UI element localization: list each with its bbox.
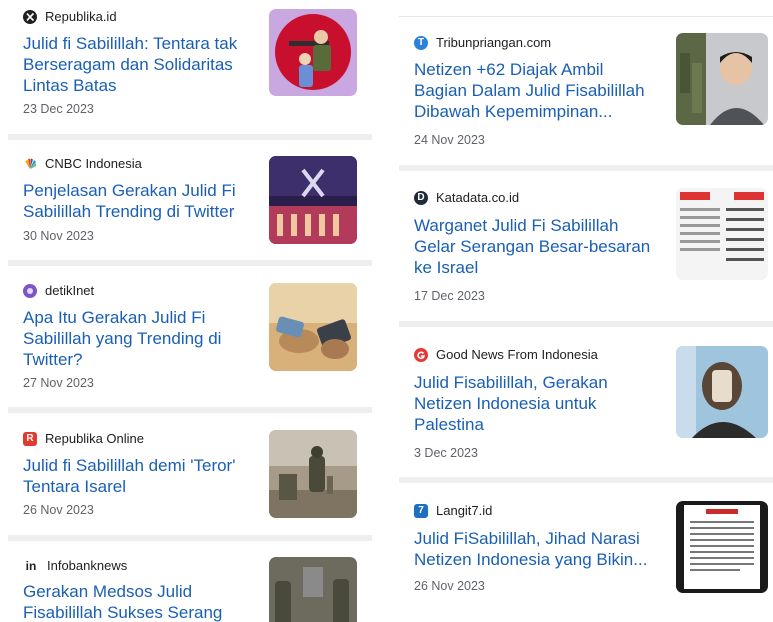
- headline-line: Julid Fisabilillah, Gerakan: [414, 373, 608, 392]
- publish-date: 27 Nov 2023: [23, 376, 94, 390]
- publish-date: 30 Nov 2023: [23, 229, 94, 243]
- headline-link[interactable]: Julid FiSabilillah, Jihad Narasi Netizen…: [414, 528, 664, 570]
- langit7-icon: 7: [414, 503, 428, 518]
- source-row: 7 Langit7.id: [414, 503, 492, 518]
- katadata-icon: D: [414, 190, 428, 205]
- headline-line: Palestina: [414, 415, 484, 434]
- thumbnail-document[interactable]: [676, 501, 768, 593]
- headline-line: Twitter?: [23, 350, 83, 369]
- source-row: in Infobanknews: [23, 558, 128, 573]
- news-card[interactable]: in Infobanknews Gerakan Medsos Julid Fis…: [8, 541, 372, 622]
- headline-link[interactable]: Julid Fisabilillah, Gerakan Netizen Indo…: [414, 372, 664, 435]
- headline-link[interactable]: Penjelasan Gerakan Julid Fi Sabilillah T…: [23, 180, 268, 222]
- republika-icon: [23, 9, 37, 24]
- thumbnail-phone-hands[interactable]: [269, 283, 357, 371]
- headline-line: Netizen Indonesia untuk: [414, 394, 597, 413]
- source-row: T Tribunpriangan.com: [414, 35, 551, 50]
- headline-line: Gelar Serangan Besar-besaran: [414, 237, 651, 256]
- headline-line: Sabilillah Trending di Twitter: [23, 202, 235, 221]
- publish-date: 26 Nov 2023: [414, 579, 485, 593]
- source-row: CNBC Indonesia: [23, 156, 142, 171]
- source-name: CNBC Indonesia: [45, 156, 142, 171]
- thumbnail-x-logo-building[interactable]: [269, 156, 357, 244]
- source-name: Infobanknews: [47, 558, 128, 573]
- headline-link[interactable]: Julid fi Sabilillah demi 'Teror' Tentara…: [23, 455, 268, 497]
- news-card[interactable]: Good News From Indonesia Julid Fisabilil…: [399, 327, 773, 477]
- source-name: Republika.id: [45, 9, 117, 24]
- source-name: Langit7.id: [436, 503, 493, 518]
- source-name: detikInet: [45, 283, 95, 298]
- headline-line: Tentara Isarel: [23, 477, 126, 496]
- news-card[interactable]: Republika.id Julid fi Sabilillah: Tentar…: [8, 0, 372, 134]
- headline-line: Penjelasan Gerakan Julid Fi: [23, 181, 236, 200]
- thumbnail-protest-soldiers[interactable]: [269, 557, 357, 622]
- headline-line: Sabilillah yang Trending di: [23, 329, 222, 348]
- tribun-icon: T: [414, 35, 428, 50]
- detik-icon: [23, 283, 37, 298]
- news-card[interactable]: T Tribunpriangan.com Netizen +62 Diajak …: [399, 17, 773, 165]
- headline-link[interactable]: Netizen +62 Diajak Ambil Bagian Dalam Ju…: [414, 59, 664, 122]
- source-row: R Republika Online: [23, 431, 144, 446]
- thumbnail-soldier-illustration[interactable]: [269, 9, 357, 96]
- cnbc-peacock-icon: [23, 157, 37, 171]
- goodnews-icon: [414, 347, 428, 362]
- headline-line: Bagian Dalam Julid Fisabilillah: [414, 81, 645, 100]
- publish-date: 17 Dec 2023: [414, 289, 485, 303]
- publish-date: 24 Nov 2023: [414, 133, 485, 147]
- headline-line: ke Israel: [414, 258, 479, 277]
- headline-line: Julid fi Sabilillah demi 'Teror': [23, 456, 236, 475]
- thumbnail-woman-phone[interactable]: [676, 346, 768, 438]
- headline-link[interactable]: Apa Itu Gerakan Julid Fi Sabilillah yang…: [23, 307, 268, 370]
- thumbnail-soldiers-desert[interactable]: [269, 430, 357, 518]
- headline-line: Berseragam dan Solidaritas: [23, 55, 233, 74]
- news-card[interactable]: 7 Langit7.id Julid FiSabilillah, Jihad N…: [399, 483, 773, 622]
- publish-date: 26 Nov 2023: [23, 503, 94, 517]
- headline-line: Julid fi Sabilillah: Tentara tak: [23, 34, 238, 53]
- infobank-icon: in: [25, 558, 37, 573]
- publish-date: 23 Dec 2023: [23, 102, 94, 116]
- headline-line: Netizen +62 Diajak Ambil: [414, 60, 604, 79]
- news-card[interactable]: detikInet Apa Itu Gerakan Julid Fi Sabil…: [8, 266, 372, 407]
- news-card[interactable]: D Katadata.co.id Warganet Julid Fi Sabil…: [399, 171, 773, 321]
- source-row: Republika.id: [23, 9, 117, 24]
- source-name: Good News From Indonesia: [436, 347, 598, 362]
- source-name: Republika Online: [45, 431, 145, 446]
- headline-link[interactable]: Julid fi Sabilillah: Tentara tak Bersera…: [23, 33, 268, 96]
- news-card[interactable]: R Republika Online Julid fi Sabilillah d…: [8, 413, 372, 535]
- headline-line: Warganet Julid Fi Sabilillah: [414, 216, 619, 235]
- headline-line: Apa Itu Gerakan Julid Fi: [23, 308, 206, 327]
- headline-line: Lintas Batas: [23, 76, 117, 95]
- source-name: Katadata.co.id: [436, 190, 520, 205]
- source-row: detikInet: [23, 283, 94, 298]
- headline-link[interactable]: Gerakan Medsos Julid Fisabilillah Sukses…: [23, 581, 268, 622]
- headline-line: Gerakan Medsos Julid: [23, 582, 193, 601]
- headline-line: Fisabilillah Sukses Serang: [23, 603, 223, 622]
- headline-line: Dibawah Kepemimpinan...: [414, 102, 613, 121]
- headline-line: Julid FiSabilillah, Jihad Narasi: [414, 529, 640, 548]
- publish-date: 3 Dec 2023: [414, 446, 478, 460]
- news-card[interactable]: CNBC Indonesia Penjelasan Gerakan Julid …: [8, 140, 372, 260]
- republika-r-icon: R: [23, 431, 37, 446]
- headline-line: Netizen Indonesia yang Bikin...: [414, 550, 648, 569]
- source-row: D Katadata.co.id: [414, 190, 519, 205]
- source-name: Tribunpriangan.com: [436, 35, 552, 50]
- thumbnail-man-portrait[interactable]: [676, 33, 768, 125]
- thumbnail-infographic[interactable]: [676, 188, 768, 280]
- source-row: Good News From Indonesia: [414, 347, 598, 362]
- headline-link[interactable]: Warganet Julid Fi Sabilillah Gelar Seran…: [414, 215, 664, 278]
